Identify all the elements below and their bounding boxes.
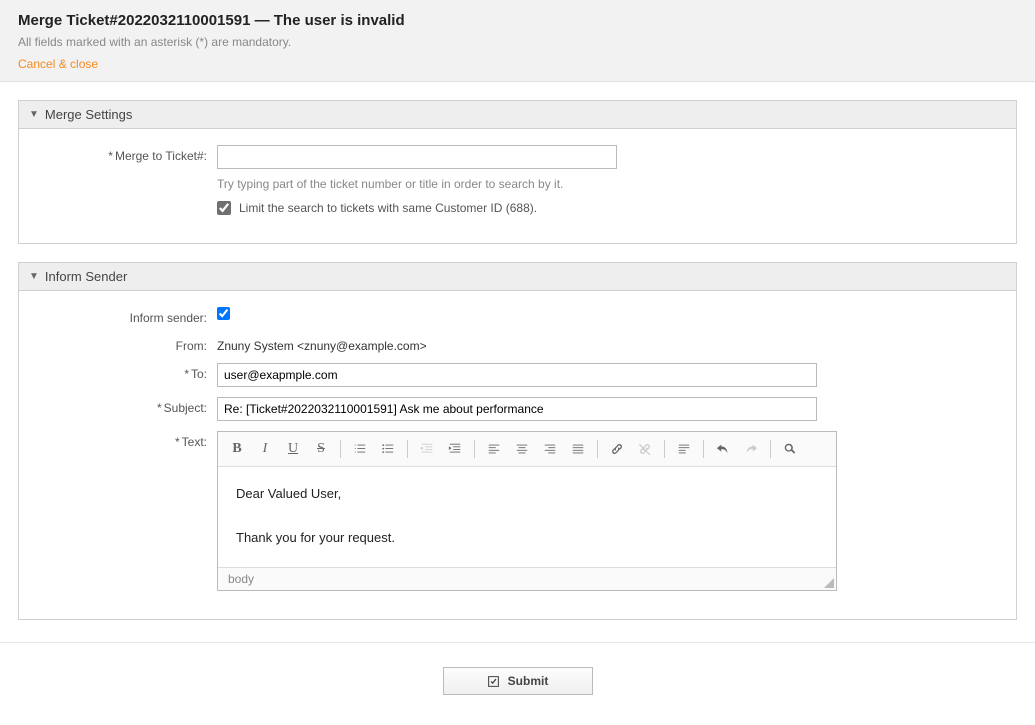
underline-button[interactable]: U xyxy=(280,436,306,462)
toolbar-separator xyxy=(597,440,598,458)
caret-down-icon: ▼ xyxy=(29,109,39,120)
body-line: Thank you for your request. xyxy=(236,527,818,549)
cancel-close-link[interactable]: Cancel & close xyxy=(18,57,98,71)
inform-sender-checkbox[interactable] xyxy=(217,307,230,320)
toolbar-separator xyxy=(770,440,771,458)
editor-status-bar: body xyxy=(218,567,836,590)
page-header: Merge Ticket#2022032110001591 — The user… xyxy=(0,0,1035,82)
merge-settings-widget: ▼ Merge Settings *Merge to Ticket#: Try … xyxy=(18,100,1017,244)
editor-element-path: body xyxy=(228,572,254,586)
inform-sender-widget: ▼ Inform Sender Inform sender: From: Znu… xyxy=(18,262,1017,620)
bold-button[interactable]: B xyxy=(224,436,250,462)
subject-input[interactable] xyxy=(217,397,817,421)
toolbar-separator xyxy=(474,440,475,458)
mandatory-note: All fields marked with an asterisk (*) a… xyxy=(18,35,1017,49)
from-value: Znuny System <znuny@example.com> xyxy=(217,335,837,353)
editor-body[interactable]: Dear Valued User, Thank you for your req… xyxy=(218,467,836,567)
subject-label: *Subject: xyxy=(37,397,217,415)
unlink-button[interactable] xyxy=(632,436,658,462)
unordered-list-button[interactable] xyxy=(375,436,401,462)
from-row: From: Znuny System <znuny@example.com> xyxy=(37,335,998,353)
toolbar-separator xyxy=(407,440,408,458)
indent-button[interactable] xyxy=(442,436,468,462)
align-center-button[interactable] xyxy=(509,436,535,462)
to-label: *To: xyxy=(37,363,217,381)
merge-settings-body: *Merge to Ticket#: Try typing part of th… xyxy=(19,129,1016,243)
align-justify-button[interactable] xyxy=(565,436,591,462)
find-button[interactable] xyxy=(777,436,803,462)
subject-row: *Subject: xyxy=(37,397,998,421)
limit-search-label: Limit the search to tickets with same Cu… xyxy=(239,201,537,215)
redo-button[interactable] xyxy=(738,436,764,462)
body-line: Dear Valued User, xyxy=(236,483,818,505)
align-right-button[interactable] xyxy=(537,436,563,462)
toolbar-separator xyxy=(703,440,704,458)
text-label: *Text: xyxy=(37,431,217,449)
italic-button[interactable]: I xyxy=(252,436,278,462)
rich-text-editor: B I U S xyxy=(217,431,837,591)
inform-sender-label: Inform sender: xyxy=(37,307,217,325)
page-title: Merge Ticket#2022032110001591 — The user… xyxy=(18,12,1017,29)
toolbar-separator xyxy=(340,440,341,458)
link-button[interactable] xyxy=(604,436,630,462)
resize-grip-icon[interactable] xyxy=(824,578,834,588)
submit-button[interactable]: Submit xyxy=(443,667,593,695)
toolbar-separator xyxy=(664,440,665,458)
caret-down-icon: ▼ xyxy=(29,271,39,282)
outdent-button[interactable] xyxy=(414,436,440,462)
limit-search-checkbox[interactable] xyxy=(217,201,231,215)
align-left-button[interactable] xyxy=(481,436,507,462)
inform-sender-header[interactable]: ▼ Inform Sender xyxy=(19,263,1016,291)
editor-toolbar: B I U S xyxy=(218,432,836,467)
check-icon xyxy=(487,675,500,688)
merge-to-hint: Try typing part of the ticket number or … xyxy=(217,177,837,191)
merge-to-row: *Merge to Ticket#: Try typing part of th… xyxy=(37,145,998,215)
merge-to-input[interactable] xyxy=(217,145,617,169)
ordered-list-button[interactable] xyxy=(347,436,373,462)
strike-button[interactable]: S xyxy=(308,436,334,462)
limit-search-row[interactable]: Limit the search to tickets with same Cu… xyxy=(217,201,837,215)
submit-label: Submit xyxy=(508,674,549,688)
inform-sender-body: Inform sender: From: Znuny System <znuny… xyxy=(19,291,1016,619)
to-row: *To: xyxy=(37,363,998,387)
from-label: From: xyxy=(37,335,217,353)
inform-sender-title: Inform Sender xyxy=(45,269,127,284)
undo-button[interactable] xyxy=(710,436,736,462)
submit-bar: Submit xyxy=(0,642,1035,725)
merge-settings-title: Merge Settings xyxy=(45,107,132,122)
to-input[interactable] xyxy=(217,363,817,387)
merge-to-label: *Merge to Ticket#: xyxy=(37,145,217,163)
merge-settings-header[interactable]: ▼ Merge Settings xyxy=(19,101,1016,129)
text-row: *Text: B I U S xyxy=(37,431,998,591)
remove-format-button[interactable] xyxy=(671,436,697,462)
inform-sender-row: Inform sender: xyxy=(37,307,998,325)
